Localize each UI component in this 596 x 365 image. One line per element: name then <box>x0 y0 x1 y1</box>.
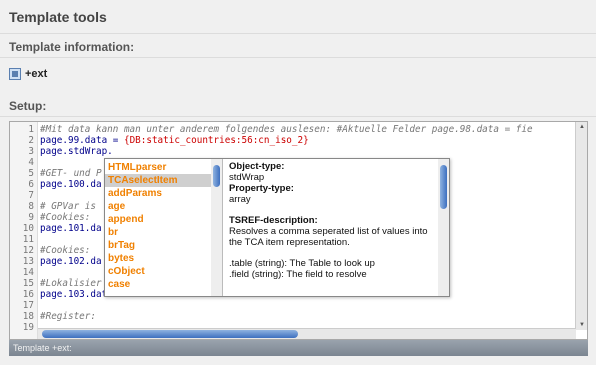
suggestion-item[interactable]: br <box>105 226 211 239</box>
code-text[interactable]: #Cookies: <box>40 245 96 256</box>
property-type-label: Property-type: <box>229 183 294 194</box>
line-number: 6 <box>28 179 34 190</box>
line-number: 15 <box>22 278 34 289</box>
code-token: page.stdWrap. <box>40 146 113 157</box>
horizontal-scroll-thumb[interactable] <box>42 330 298 338</box>
suggestion-item[interactable]: cObject <box>105 265 211 278</box>
code-token: page.100.da <box>40 179 102 190</box>
line-number: 8 <box>28 201 34 212</box>
code-line[interactable]: 1 #Mit data kann man unter anderem folgen… <box>10 124 570 135</box>
template-ext-link[interactable]: +ext <box>9 67 47 81</box>
status-bar: Template +ext: <box>9 340 588 356</box>
line-number: 19 <box>22 322 34 333</box>
suggestion-item[interactable]: TCAselectItem <box>105 174 211 187</box>
horizontal-scrollbar[interactable] <box>38 328 576 339</box>
code-token: page.99.data = <box>40 135 124 146</box>
suggestion-item[interactable]: HTMLparser <box>105 161 211 174</box>
line-number: 11 <box>22 234 34 245</box>
code-token: # GPVar is <box>40 201 102 212</box>
property-description: Object-type: stdWrap Property-type: arra… <box>229 161 437 280</box>
line-number: 17 <box>22 300 34 311</box>
suggestion-scroll-thumb[interactable] <box>213 165 220 187</box>
code-token: #GET- und P <box>40 168 102 179</box>
line-number: 13 <box>22 256 34 267</box>
code-line[interactable]: 17 <box>10 300 570 311</box>
object-type-label: Object-type: <box>229 161 285 172</box>
line-number: 1 <box>28 124 34 135</box>
suggestion-item[interactable]: addParams <box>105 187 211 200</box>
setup-heading: Setup: <box>9 99 47 113</box>
line-number: 10 <box>22 223 34 234</box>
suggestion-item[interactable]: age <box>105 200 211 213</box>
table-param-line: .table (string): The Table to look up <box>229 258 375 269</box>
template-icon <box>9 68 21 80</box>
line-number: 7 <box>28 190 34 201</box>
code-text[interactable]: page.stdWrap. <box>40 146 113 157</box>
code-token: #Lokalisier <box>40 278 102 289</box>
vertical-scrollbar[interactable]: ▲ ▼ <box>575 122 587 330</box>
code-text[interactable]: #GET- und P <box>40 168 102 179</box>
line-number: 14 <box>22 267 34 278</box>
ext-label: +ext <box>25 68 48 80</box>
code-text[interactable]: page.99.data = {DB:static_countries:56:c… <box>40 135 309 146</box>
line-number: 5 <box>28 168 34 179</box>
tsref-label: TSREF-description: <box>229 215 318 226</box>
code-token: page.102.da <box>40 256 102 267</box>
line-number: 18 <box>22 311 34 322</box>
page-title: Template tools <box>9 9 107 25</box>
code-token: #Cookies: <box>40 245 96 256</box>
suggestion-list[interactable]: HTMLparser TCAselectItem addParams age appen… <box>105 159 223 296</box>
divider <box>0 57 596 58</box>
code-token: {DB:static_countries:56:cn_iso_2} <box>123 135 309 146</box>
object-type-value: stdWrap <box>229 172 265 183</box>
suggestion-item[interactable]: append <box>105 213 211 226</box>
code-text[interactable]: #Register: <box>40 311 96 322</box>
code-text[interactable]: #Mit data kann man unter anderem folgend… <box>40 124 533 135</box>
line-number: 2 <box>28 135 34 146</box>
property-type-value: array <box>229 194 251 205</box>
suggestion-item[interactable]: case <box>105 278 211 291</box>
scroll-up-icon[interactable]: ▲ <box>579 124 585 130</box>
code-line[interactable]: 18 #Register: <box>10 311 570 322</box>
code-token: #Mit data kann man unter anderem folgend… <box>40 124 533 135</box>
autocomplete-popup[interactable]: HTMLparser TCAselectItem addParams age appen… <box>104 158 450 297</box>
line-number: 12 <box>22 245 34 256</box>
code-line[interactable]: 3 page.stdWrap. <box>10 146 570 157</box>
description-scrollbar[interactable] <box>438 159 449 296</box>
code-line[interactable]: 2 page.99.data = {DB:static_countries:56:… <box>10 135 570 146</box>
code-text[interactable]: page.101.da <box>40 223 102 234</box>
code-text[interactable]: #Lokalisier <box>40 278 102 289</box>
code-text[interactable]: # GPVar is <box>40 201 102 212</box>
suggestion-item[interactable]: brTag <box>105 239 211 252</box>
code-text[interactable]: page.100.da <box>40 179 102 190</box>
line-number: 4 <box>28 157 34 168</box>
field-param-line: .field (string): The field to resolve <box>229 269 367 280</box>
description-scroll-thumb[interactable] <box>440 165 447 209</box>
code-token: #Register: <box>40 311 96 322</box>
code-token: page.101.da <box>40 223 102 234</box>
code-text[interactable]: page.102.da <box>40 256 102 267</box>
template-information-heading: Template information: <box>9 40 135 54</box>
code-text[interactable]: page.103.data <box>40 289 113 300</box>
tsref-text: Resolves a comma seperated list of value… <box>229 226 428 248</box>
suggestion-item[interactable]: bytes <box>105 252 211 265</box>
divider <box>0 33 596 34</box>
code-token: page.103.data <box>40 289 113 300</box>
code-token: #Cookies: <box>40 212 96 223</box>
scroll-down-icon[interactable]: ▼ <box>579 322 585 328</box>
suggestion-scrollbar[interactable] <box>211 159 222 296</box>
line-number: 9 <box>28 212 34 223</box>
divider <box>0 116 596 117</box>
line-number: 16 <box>22 289 34 300</box>
code-text[interactable]: #Cookies: <box>40 212 96 223</box>
line-number: 3 <box>28 146 34 157</box>
